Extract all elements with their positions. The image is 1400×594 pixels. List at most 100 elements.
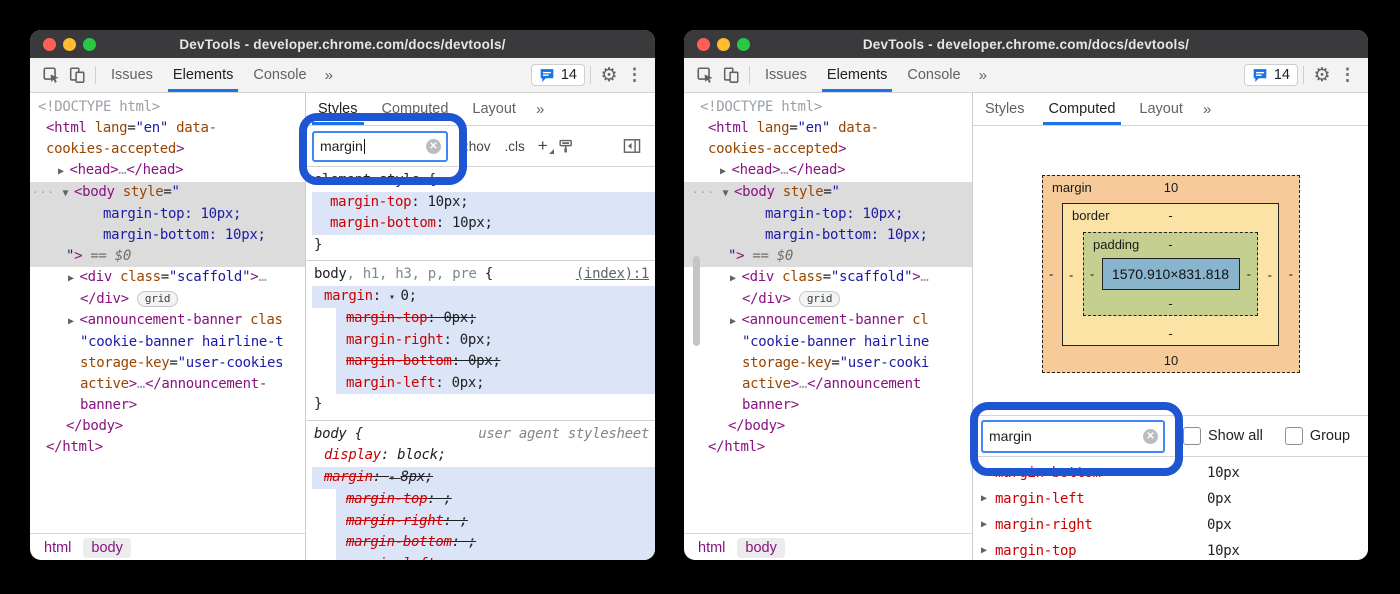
property-value: 10px <box>1207 538 1240 560</box>
show-all-label: Show all <box>1208 428 1263 444</box>
expand-arrow-icon[interactable]: ▶ <box>981 486 995 512</box>
expand-arrow-icon[interactable]: ▶ <box>981 538 995 560</box>
computed-sidebar: Styles Computed Layout » margin 10 10 - … <box>972 93 1368 560</box>
devtools-toolbar: Issues Elements Console » 14 ⚙ ⋮ <box>30 58 655 93</box>
border-right-value[interactable]: - <box>1268 267 1272 282</box>
computed-property-row[interactable]: ▶ margin-left 0px <box>973 486 1368 512</box>
toolbar-separator <box>95 66 96 84</box>
toolbar-separator <box>1303 66 1304 84</box>
property-value: 10px <box>1207 460 1240 486</box>
group-label: Group <box>1310 428 1350 444</box>
border-bottom-value[interactable]: - <box>1063 326 1278 341</box>
border-top-value[interactable]: - <box>1063 208 1278 223</box>
box-model-border[interactable]: border - - - - padding - - - - 1570.910×… <box>1062 203 1279 346</box>
issues-counter-badge[interactable]: 14 <box>1244 64 1298 86</box>
kebab-menu-icon[interactable]: ⋮ <box>1335 65 1360 85</box>
inspect-element-icon[interactable] <box>38 61 64 89</box>
dom-tree-pane: <!DOCTYPE html><html lang="en" data-cook… <box>684 93 972 560</box>
issues-counter-badge[interactable]: 14 <box>531 64 585 86</box>
margin-right-value[interactable]: - <box>1289 267 1293 282</box>
tab-elements[interactable]: Elements <box>163 58 243 92</box>
close-button[interactable] <box>43 38 56 51</box>
padding-bottom-value[interactable]: - <box>1084 296 1257 311</box>
dom-tree-pane: <!DOCTYPE html><html lang="en" data-cook… <box>30 93 305 560</box>
device-toolbar-icon[interactable] <box>718 61 744 89</box>
padding-top-value[interactable]: - <box>1084 237 1257 252</box>
breadcrumb-body[interactable]: body <box>737 538 784 558</box>
computed-property-row[interactable]: ▶ margin-top 10px <box>973 538 1368 560</box>
tab-issues[interactable]: Issues <box>755 58 817 92</box>
sidebar-tabs: Styles Computed Layout » <box>973 93 1368 126</box>
close-button[interactable] <box>697 38 710 51</box>
margin-top-value[interactable]: 10 <box>1043 180 1299 195</box>
border-left-value[interactable]: - <box>1069 267 1073 282</box>
traffic-lights[interactable] <box>697 38 750 51</box>
breadcrumb-html[interactable]: html <box>36 538 79 558</box>
breadcrumb: html body <box>30 533 305 560</box>
box-model-diagram[interactable]: margin 10 10 - - border - - - - padding … <box>973 126 1368 415</box>
tab-styles[interactable]: Styles <box>973 93 1037 125</box>
computed-property-row[interactable]: ▶ margin-right 0px <box>973 512 1368 538</box>
device-toolbar-icon[interactable] <box>64 61 90 89</box>
zoom-button[interactable] <box>83 38 96 51</box>
property-value: 0px <box>1207 512 1231 538</box>
group-checkbox[interactable] <box>1285 427 1303 445</box>
breadcrumb: html body <box>684 533 972 560</box>
devtools-window-styles: DevTools - developer.chrome.com/docs/dev… <box>30 30 655 560</box>
rule-index-stylesheet[interactable]: (index):1body, h1, h3, p, pre {margin: ▾… <box>306 261 655 421</box>
more-tabs-icon[interactable]: » <box>528 101 552 118</box>
titlebar[interactable]: DevTools - developer.chrome.com/docs/dev… <box>684 30 1368 58</box>
tab-layout[interactable]: Layout <box>1127 93 1195 125</box>
zoom-button[interactable] <box>737 38 750 51</box>
property-name: margin-top <box>995 538 1207 560</box>
padding-right-value[interactable]: - <box>1247 267 1251 282</box>
property-name: margin-right <box>995 512 1207 538</box>
settings-gear-icon[interactable]: ⚙ <box>596 61 622 89</box>
margin-bottom-value[interactable]: 10 <box>1043 353 1299 368</box>
devtools-toolbar: Issues Elements Console » 14 ⚙ ⋮ <box>684 58 1368 93</box>
breadcrumb-body[interactable]: body <box>83 538 130 558</box>
style-rules[interactable]: element.style {margin-top: 10px;margin-b… <box>306 167 655 560</box>
window-title: DevTools - developer.chrome.com/docs/dev… <box>179 37 505 52</box>
message-bubble-icon <box>539 68 555 83</box>
box-model-padding[interactable]: padding - - - - 1570.910×831.818 <box>1083 232 1258 316</box>
sidebar-toggle-icon[interactable] <box>619 132 645 160</box>
tab-console[interactable]: Console <box>897 58 970 92</box>
rendering-emulation-icon[interactable] <box>554 132 580 160</box>
tab-computed[interactable]: Computed <box>1037 93 1128 125</box>
property-value: 0px <box>1207 486 1231 512</box>
dom-tree[interactable]: <!DOCTYPE html><html lang="en" data-cook… <box>684 93 972 533</box>
margin-left-value[interactable]: - <box>1049 267 1053 282</box>
minimize-button[interactable] <box>717 38 730 51</box>
dom-tree[interactable]: <!DOCTYPE html><html lang="en" data-cook… <box>30 93 305 533</box>
breadcrumb-html[interactable]: html <box>690 538 733 558</box>
issues-count: 14 <box>1274 67 1290 83</box>
kebab-menu-icon[interactable]: ⋮ <box>622 65 647 85</box>
new-style-rule-button[interactable]: + <box>532 136 554 156</box>
more-tabs-icon[interactable]: » <box>1195 101 1219 118</box>
property-name: margin-left <box>995 486 1207 512</box>
tab-issues[interactable]: Issues <box>101 58 163 92</box>
message-bubble-icon <box>1252 68 1268 83</box>
inspect-element-icon[interactable] <box>692 61 718 89</box>
annotation-highlight-styles-filter <box>299 113 467 185</box>
scrollbar-thumb[interactable] <box>693 256 700 346</box>
more-tabs-icon[interactable]: » <box>971 67 995 84</box>
expand-arrow-icon[interactable]: ▶ <box>981 512 995 538</box>
box-model-content[interactable]: 1570.910×831.818 <box>1102 258 1240 290</box>
show-all-checkbox[interactable] <box>1183 427 1201 445</box>
rule-user-agent[interactable]: user agent stylesheetbody {display: bloc… <box>306 421 655 561</box>
issues-count: 14 <box>561 67 577 83</box>
tab-console[interactable]: Console <box>243 58 316 92</box>
tab-elements[interactable]: Elements <box>817 58 897 92</box>
annotation-highlight-computed-filter <box>970 402 1183 476</box>
traffic-lights[interactable] <box>43 38 96 51</box>
box-model-margin[interactable]: margin 10 10 - - border - - - - padding … <box>1042 175 1300 373</box>
settings-gear-icon[interactable]: ⚙ <box>1309 61 1335 89</box>
tab-layout[interactable]: Layout <box>460 93 528 125</box>
padding-left-value[interactable]: - <box>1090 267 1094 282</box>
more-tabs-icon[interactable]: » <box>317 67 341 84</box>
titlebar[interactable]: DevTools - developer.chrome.com/docs/dev… <box>30 30 655 58</box>
minimize-button[interactable] <box>63 38 76 51</box>
element-classes-button[interactable]: .cls <box>498 139 532 154</box>
